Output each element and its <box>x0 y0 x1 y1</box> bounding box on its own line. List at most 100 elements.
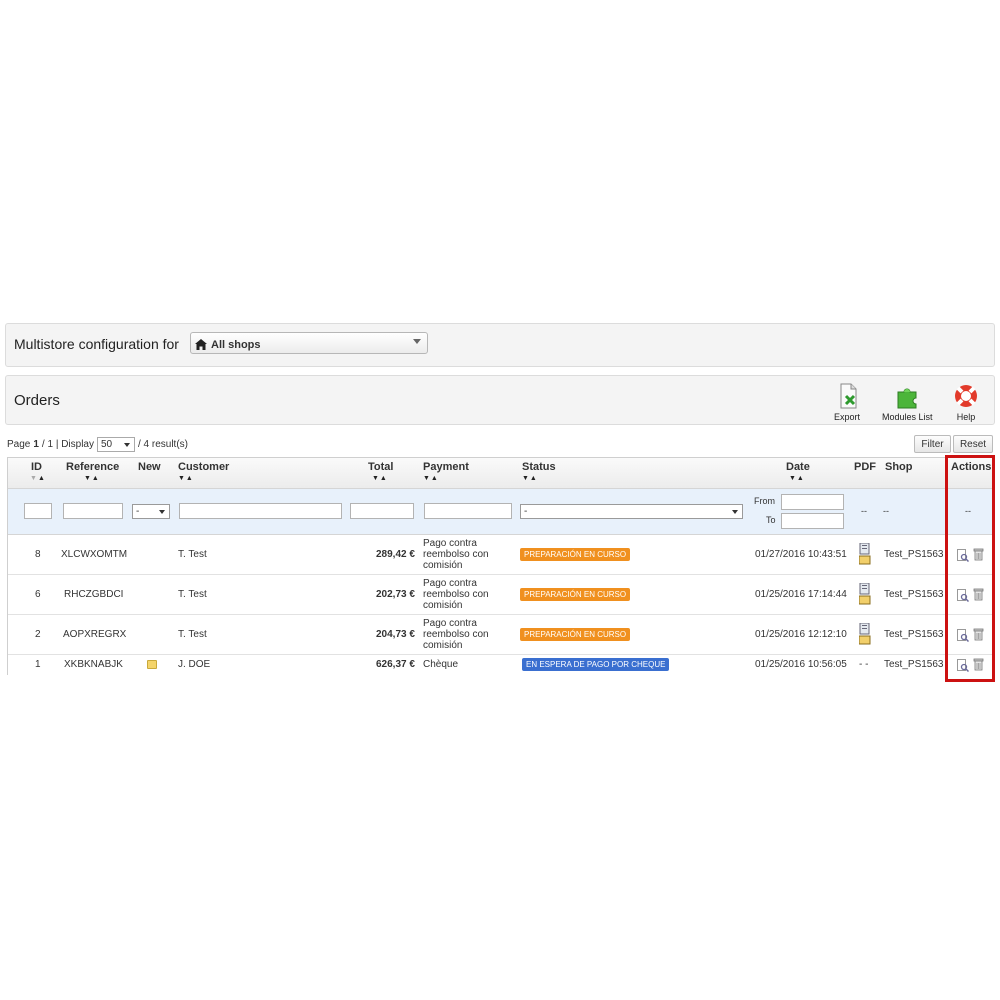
header-customer[interactable]: Customer <box>178 461 229 473</box>
help-button[interactable]: Help <box>951 382 981 422</box>
sort-total[interactable]: ▼▲ <box>372 475 388 482</box>
status-filter-value: - <box>524 506 528 517</box>
chevron-down-icon <box>732 510 738 514</box>
customer-filter-input[interactable] <box>179 503 342 519</box>
invoice-icon[interactable] <box>859 543 871 565</box>
chevron-down-icon <box>413 339 421 344</box>
header-payment[interactable]: Payment <box>423 461 469 473</box>
header-date[interactable]: Date <box>786 461 810 473</box>
modules-list-label: Modules List <box>882 412 933 422</box>
pdf-filter-value: -- <box>861 506 867 516</box>
table-row[interactable]: 2 AOPXREGRX T. Test 204,73 € Pago contra… <box>8 615 992 655</box>
table-header: ID ▼▲ Reference ▼▲ New Customer ▼▲ Total… <box>8 458 992 489</box>
lifebuoy-icon <box>955 385 977 407</box>
puzzle-icon <box>897 388 917 409</box>
new-order-icon <box>147 660 157 669</box>
sort-customer[interactable]: ▼▲ <box>178 475 194 482</box>
order-reference: AOPXREGRX <box>63 629 127 640</box>
order-date: 01/27/2016 10:43:51 <box>755 549 847 560</box>
order-shop: Test_PS1563 <box>884 659 944 670</box>
order-id: 6 <box>35 589 41 600</box>
date-to-label: To <box>766 515 776 525</box>
table-row[interactable]: 1 XKBKNABJK J. DOE 626,37 € Chèque EN ES… <box>8 655 992 675</box>
order-payment: Chèque <box>423 659 459 670</box>
chevron-down-icon <box>159 510 165 514</box>
modules-list-button[interactable]: Modules List <box>882 382 933 422</box>
order-payment: Pago contra reembolso con comisión <box>423 538 489 571</box>
payment-filter-input[interactable] <box>424 503 512 519</box>
order-shop: Test_PS1563 <box>884 629 944 640</box>
header-reference[interactable]: Reference <box>66 461 119 473</box>
date-from-label: From <box>754 496 775 506</box>
order-reference: XLCWXOMTM <box>61 549 128 560</box>
order-reference: XKBKNABJK <box>64 659 123 670</box>
table-row[interactable]: 8 XLCWXOMTM T. Test 289,42 € Pago contra… <box>8 535 992 575</box>
sort-id[interactable]: ▼▲ <box>30 475 46 482</box>
order-date: 01/25/2016 10:56:05 <box>755 659 847 670</box>
new-filter-value: - <box>136 506 140 517</box>
order-customer: J. DOE <box>178 659 211 670</box>
status-badge: EN ESPERA DE PAGO POR CHEQUE <box>522 658 670 671</box>
order-payment: Pago contra reembolso con comisión <box>423 618 489 651</box>
date-to-input[interactable] <box>781 513 844 529</box>
reset-button[interactable]: Reset <box>953 435 993 453</box>
export-button[interactable]: Export <box>832 382 862 422</box>
table-row[interactable]: 6 RHCZGBDCI T. Test 202,73 € Pago contra… <box>8 575 992 615</box>
orders-toolbar: Orders Export Modules List Help <box>5 375 995 425</box>
invoice-icon[interactable] <box>859 583 871 605</box>
shop-filter-value: -- <box>883 506 889 516</box>
status-badge: PREPARACIÓN EN CURSO <box>520 588 631 601</box>
sort-reference[interactable]: ▼▲ <box>84 475 100 482</box>
order-pdf: - - <box>859 659 869 670</box>
status-badge: PREPARACIÓN EN CURSO <box>520 548 631 561</box>
header-id[interactable]: ID <box>31 461 42 473</box>
display-count-value: 50 <box>100 439 113 450</box>
order-shop: Test_PS1563 <box>884 549 944 560</box>
page-of-total: / 1 | Display <box>41 439 94 450</box>
order-total: 289,42 € <box>376 549 415 560</box>
filter-button[interactable]: Filter <box>914 435 951 453</box>
reference-filter-input[interactable] <box>63 503 123 519</box>
header-total[interactable]: Total <box>368 461 393 473</box>
order-date: 01/25/2016 12:12:10 <box>755 629 847 640</box>
header-new: New <box>138 461 161 473</box>
actions-column-highlight <box>945 455 995 682</box>
display-count-select[interactable]: 50 <box>96 437 135 452</box>
order-total: 626,37 € <box>376 659 415 670</box>
order-id: 8 <box>35 549 41 560</box>
order-total: 202,73 € <box>376 589 415 600</box>
date-from-input[interactable] <box>781 494 844 510</box>
orders-table: ID ▼▲ Reference ▼▲ New Customer ▼▲ Total… <box>7 457 993 675</box>
invoice-icon[interactable] <box>859 623 871 645</box>
header-status[interactable]: Status <box>522 461 556 473</box>
page-title: Orders <box>14 392 60 409</box>
order-shop: Test_PS1563 <box>884 589 944 600</box>
multistore-label: Multistore configuration for <box>14 336 179 352</box>
sort-payment[interactable]: ▼▲ <box>423 475 439 482</box>
status-badge: PREPARACIÓN EN CURSO <box>520 628 631 641</box>
order-total: 204,73 € <box>376 629 415 640</box>
export-icon <box>840 383 857 409</box>
pagination: Page 1 / 1 | Display 50 / 4 result(s) <box>7 437 188 452</box>
multistore-bar: Multistore configuration for All shops <box>5 323 995 367</box>
page-word: Page <box>7 439 31 450</box>
sort-status[interactable]: ▼▲ <box>522 475 538 482</box>
header-pdf: PDF <box>854 461 876 473</box>
result-count: / 4 result(s) <box>137 439 188 450</box>
order-reference: RHCZGBDCI <box>64 589 124 600</box>
order-customer: T. Test <box>178 549 207 560</box>
current-page: 1 <box>33 439 39 450</box>
shop-select-value: All shops <box>211 338 261 351</box>
header-shop: Shop <box>885 461 913 473</box>
status-filter-select[interactable]: - <box>520 504 743 519</box>
export-label: Export <box>833 412 860 422</box>
sort-date[interactable]: ▼▲ <box>789 475 805 482</box>
id-filter-input[interactable] <box>24 503 52 519</box>
new-filter-select[interactable]: - <box>132 504 170 519</box>
total-filter-input[interactable] <box>350 503 414 519</box>
chevron-down-icon <box>123 443 130 447</box>
home-icon <box>195 339 207 350</box>
order-customer: T. Test <box>178 629 207 640</box>
shop-select[interactable]: All shops <box>190 332 428 354</box>
filter-row: - - From To -- -- -- <box>8 489 992 535</box>
